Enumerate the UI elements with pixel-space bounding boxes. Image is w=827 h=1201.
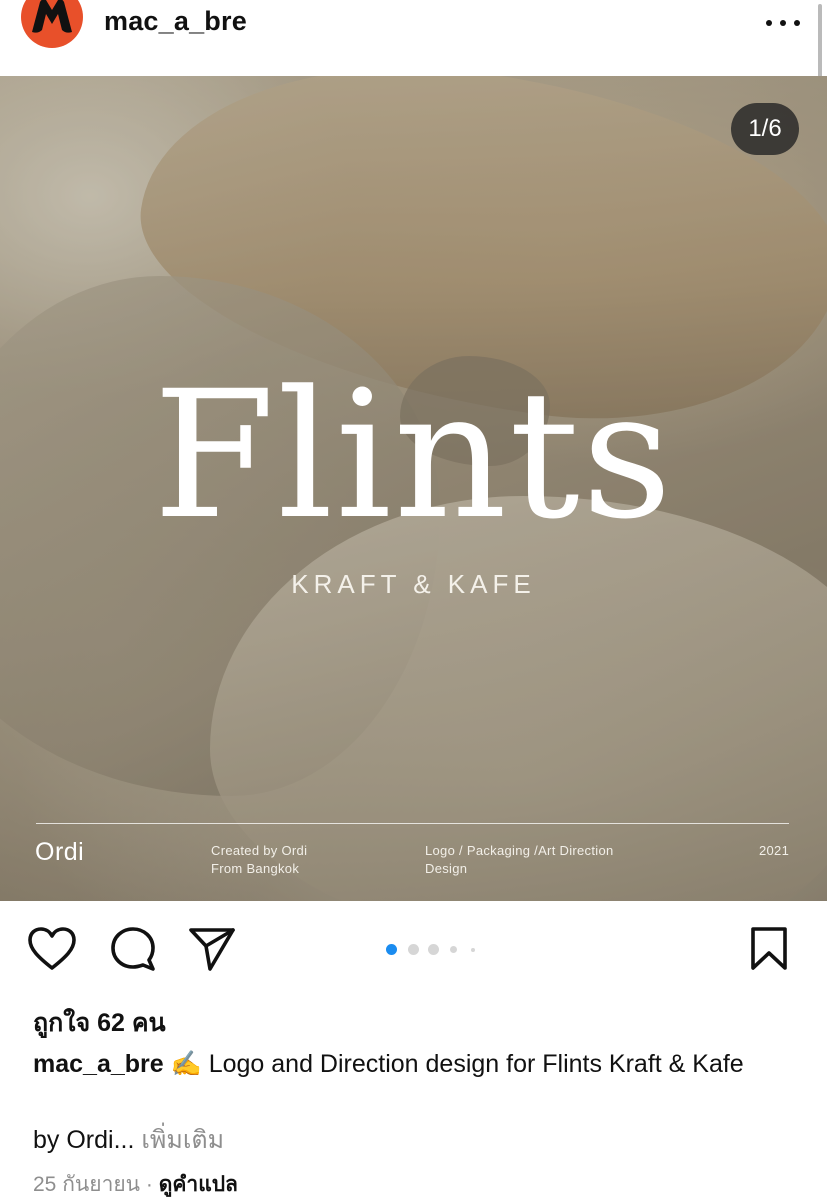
post-image-title: Flints: [152, 353, 675, 558]
carousel-dot: [408, 944, 419, 955]
credit-line: From Bangkok: [211, 861, 300, 876]
heart-icon[interactable]: [27, 926, 77, 977]
separator: ·: [145, 1173, 153, 1196]
action-bar: [0, 901, 827, 1001]
caption: mac_a_bre ✍️ Logo and Direction design f…: [33, 1048, 803, 1080]
services-line: Logo / Packaging /Art Direction: [425, 843, 614, 858]
caption-continued: by Ordi... เพิ่มเติม: [33, 1120, 224, 1160]
post-image-subtitle: KRAFT & KAFE: [291, 569, 536, 599]
caption-text: Logo and Direction design for Flints Kra…: [201, 1050, 744, 1078]
credit-line: Created by Ordi: [211, 843, 308, 858]
carousel-indicator: [386, 942, 478, 956]
post-date: 25 กันยายน: [33, 1173, 141, 1196]
carousel-dot: [428, 944, 439, 955]
caption-text-truncated: by Ordi...: [33, 1126, 135, 1154]
writing-hand-emoji: ✍️: [170, 1050, 202, 1078]
like-count[interactable]: ถูกใจ 62 คน: [33, 1003, 166, 1043]
translate-link[interactable]: ดูคำแปล: [159, 1173, 238, 1196]
more-dot: [780, 20, 786, 26]
carousel-dot: [471, 948, 475, 952]
brand-logo: Ordi: [35, 838, 85, 866]
caption-username[interactable]: mac_a_bre: [33, 1050, 164, 1078]
services-line: Design: [425, 861, 468, 876]
post-header: mac_a_bre: [0, 0, 827, 154]
more-link[interactable]: เพิ่มเติม: [141, 1126, 224, 1154]
more-options-icon[interactable]: [766, 16, 800, 30]
services-block: Logo / Packaging /Art Direction Design: [425, 842, 614, 878]
year-label: 2021: [759, 843, 790, 858]
more-dot: [794, 20, 800, 26]
carousel-dot: [450, 946, 457, 953]
post-footer: 25 กันยายน · ดูคำแปล: [33, 1168, 238, 1201]
post-image[interactable]: 1/6 Flints KRAFT & KAFE Ordi Created by …: [0, 76, 827, 901]
post-username[interactable]: mac_a_bre: [104, 6, 247, 37]
comment-icon[interactable]: [110, 926, 156, 977]
avatar[interactable]: [21, 0, 83, 48]
avatar-logo-icon: [32, 0, 72, 33]
bookmark-icon[interactable]: [750, 926, 788, 977]
credit-block: Created by Ordi From Bangkok: [211, 842, 307, 878]
carousel-dot-active: [386, 944, 397, 955]
send-icon[interactable]: [188, 926, 236, 977]
carousel-counter: 1/6: [731, 103, 799, 155]
more-dot: [766, 20, 772, 26]
divider: [36, 823, 789, 824]
